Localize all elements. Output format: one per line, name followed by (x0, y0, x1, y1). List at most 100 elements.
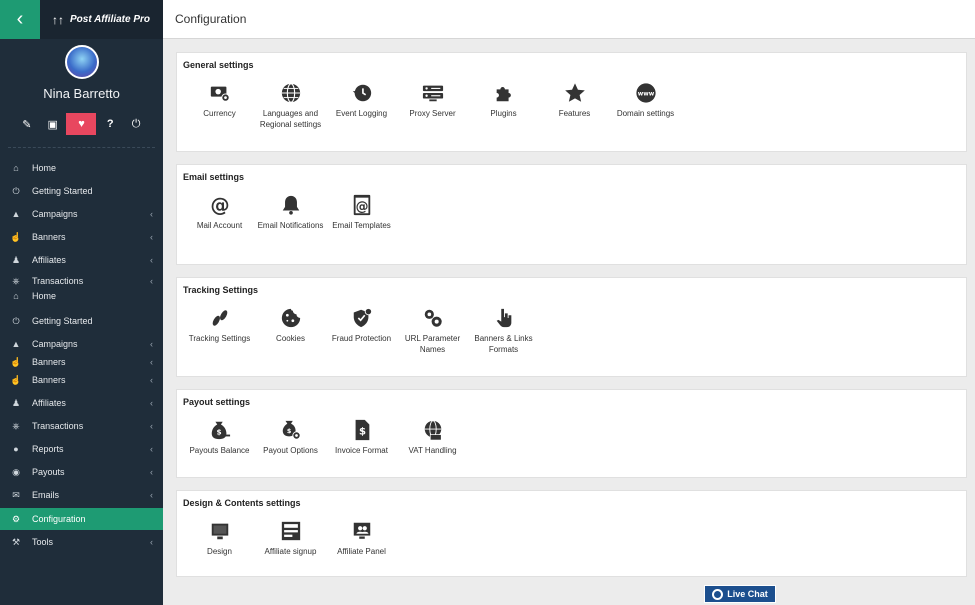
live-chat-label: Live Chat (727, 589, 768, 599)
tile-event-logging[interactable]: Event Logging (326, 75, 397, 130)
tile-payouts-balance[interactable]: $ Payouts Balance (184, 412, 255, 456)
power-icon[interactable]: ⏻ (124, 114, 148, 134)
panel-icon (350, 519, 374, 543)
nav-item-configuration[interactable]: ⚙ Configuration (0, 508, 163, 530)
tile-label: Currency (203, 109, 236, 118)
nav-item-payouts[interactable]: ◉ Payouts ‹ (0, 461, 163, 483)
home-icon: ⌂ (13, 163, 19, 173)
svg-text:$: $ (358, 427, 365, 438)
tile-label: Tracking Settings (188, 334, 251, 343)
tile-vat-handling[interactable]: VAT Handling (397, 412, 468, 456)
tile-affiliate-signup[interactable]: Affiliate signup (255, 513, 326, 557)
pointer-icon: ☝ (10, 374, 22, 385)
invoice-icon: $ (350, 418, 374, 442)
www-icon: www (634, 81, 658, 105)
nav-label: Campaigns (32, 339, 78, 349)
section-title: Email settings (183, 172, 245, 182)
sidebar: ‹ ↑↑ Post Affiliate Pro Nina Barretto ✎ … (0, 0, 163, 605)
tile-features[interactable]: Features (539, 75, 610, 130)
chevron-icon: ‹ (150, 444, 153, 454)
svg-text:$: $ (216, 428, 221, 437)
nav-item-campaigns[interactable]: ▲ Campaigns ‹ (0, 333, 163, 355)
pencil-icon[interactable]: ✎ (15, 114, 39, 134)
user-name: Nina Barretto (43, 86, 120, 101)
tile-affiliate-panel[interactable]: Affiliate Panel (326, 513, 397, 557)
tile-label: Event Logging (335, 109, 388, 118)
footprints-icon (208, 306, 232, 330)
chevron-icon: ‹ (150, 490, 153, 500)
quick-actions: ✎ ▣ ♥ ? ⏻ (0, 101, 163, 136)
nav-item-tools[interactable]: ⚒ Tools ‹ (0, 531, 163, 553)
nav-label: Banners (32, 375, 66, 385)
tile-label: Features (558, 109, 591, 118)
tile-tracking-settings[interactable]: Tracking Settings (184, 300, 255, 355)
pointer-icon: ☝ (10, 357, 22, 367)
tile-url-parameter-names[interactable]: URL Parameter Names (397, 300, 468, 355)
star-icon (563, 81, 587, 105)
brand-logo-icon: ↑↑ (52, 12, 64, 27)
monitor-icon[interactable]: ▣ (41, 114, 65, 134)
live-chat-button[interactable]: Live Chat (704, 585, 776, 603)
nav-item-affiliates[interactable]: ♟ Affiliates ‹ (0, 249, 163, 271)
avatar[interactable] (64, 45, 99, 79)
svg-text:$: $ (286, 427, 291, 435)
moneybag-icon: ◉ (12, 466, 20, 477)
nav-item-reports[interactable]: ● Reports ‹ (0, 438, 163, 460)
question-icon[interactable]: ? (98, 114, 122, 134)
tile-label: Banners & Links Formats (474, 334, 533, 354)
nav-item-home[interactable]: ⌂ Home (0, 289, 163, 301)
tile-label: Affiliate Panel (337, 547, 386, 556)
brand[interactable]: ↑↑ Post Affiliate Pro (40, 0, 163, 39)
tile-cookies[interactable]: Cookies (255, 300, 326, 355)
nav-label: Home (32, 163, 57, 173)
nav-label: Payouts (32, 467, 65, 477)
nav-item-getting-started[interactable]: ⏻ Getting Started (0, 180, 163, 202)
nav-item-transactions[interactable]: ⎈ Transactions ‹ (0, 415, 163, 437)
nav-item-banners[interactable]: ☝ Banners ‹ (0, 226, 163, 248)
tile-mail-account[interactable]: @ Mail Account (184, 187, 255, 231)
sidebar-divider (8, 147, 155, 148)
email-template-icon: @ (350, 193, 374, 217)
tile-label: Invoice Format (335, 446, 388, 455)
nav-item-banners[interactable]: ☝ Banners ‹ (0, 357, 163, 368)
heart-icon[interactable]: ♥ (66, 113, 97, 135)
tile-email-notifications[interactable]: Email Notifications (255, 187, 326, 231)
tile-languages-regional[interactable]: Languages and Regional settings (255, 75, 326, 130)
back-button[interactable]: ‹ (0, 0, 40, 39)
server-icon (421, 81, 445, 105)
nav-label: Getting Started (32, 316, 93, 326)
tile-design[interactable]: Design (184, 513, 255, 557)
page-title: Configuration (175, 12, 247, 26)
nav-item-banners[interactable]: ☝ Banners ‹ (0, 369, 163, 391)
nav-label: Affiliates (32, 255, 66, 265)
nav-item-affiliates[interactable]: ♟ Affiliates ‹ (0, 392, 163, 414)
gear-icon: ⚙ (11, 513, 21, 524)
nav-item-transactions[interactable]: ⎈ Transactions ‹ (0, 273, 163, 289)
tile-payout-options[interactable]: $ Payout Options (255, 412, 326, 456)
tile-label: Proxy Server (409, 109, 456, 118)
nav-item-campaigns[interactable]: ▲ Campaigns ‹ (0, 203, 163, 225)
svg-text:www: www (637, 90, 654, 97)
tile-currency[interactable]: Currency (184, 75, 255, 130)
tile-proxy-server[interactable]: Proxy Server (397, 75, 468, 130)
tile-label: Plugins (490, 109, 517, 118)
tile-label: Design (207, 547, 232, 556)
nav-item-home[interactable]: ⌂ Home (0, 157, 163, 179)
shield-icon (350, 306, 374, 330)
tile-email-templates[interactable]: @ Email Templates (326, 187, 397, 231)
tile-invoice-format[interactable]: $ Invoice Format (326, 412, 397, 456)
tile-fraud-protection[interactable]: Fraud Protection (326, 300, 397, 355)
svg-text:@: @ (355, 200, 368, 215)
nav-label: Configuration (32, 514, 86, 524)
currency-icon (208, 81, 232, 105)
tile-banners-links-formats[interactable]: Banners & Links Formats (468, 300, 539, 355)
bullhorn-icon: ▲ (11, 339, 21, 349)
envelope-icon: ✉ (12, 489, 20, 500)
nav-label: Transactions (32, 421, 84, 431)
nav-item-getting-started[interactable]: ⏻ Getting Started (0, 310, 163, 332)
tile-plugins[interactable]: Plugins (468, 75, 539, 130)
nav-item-emails[interactable]: ✉ Emails ‹ (0, 484, 163, 506)
nav-label: Affiliates (32, 398, 66, 408)
tile-domain-settings[interactable]: www Domain settings (610, 75, 681, 130)
section-title: Design & Contents settings (183, 498, 301, 508)
